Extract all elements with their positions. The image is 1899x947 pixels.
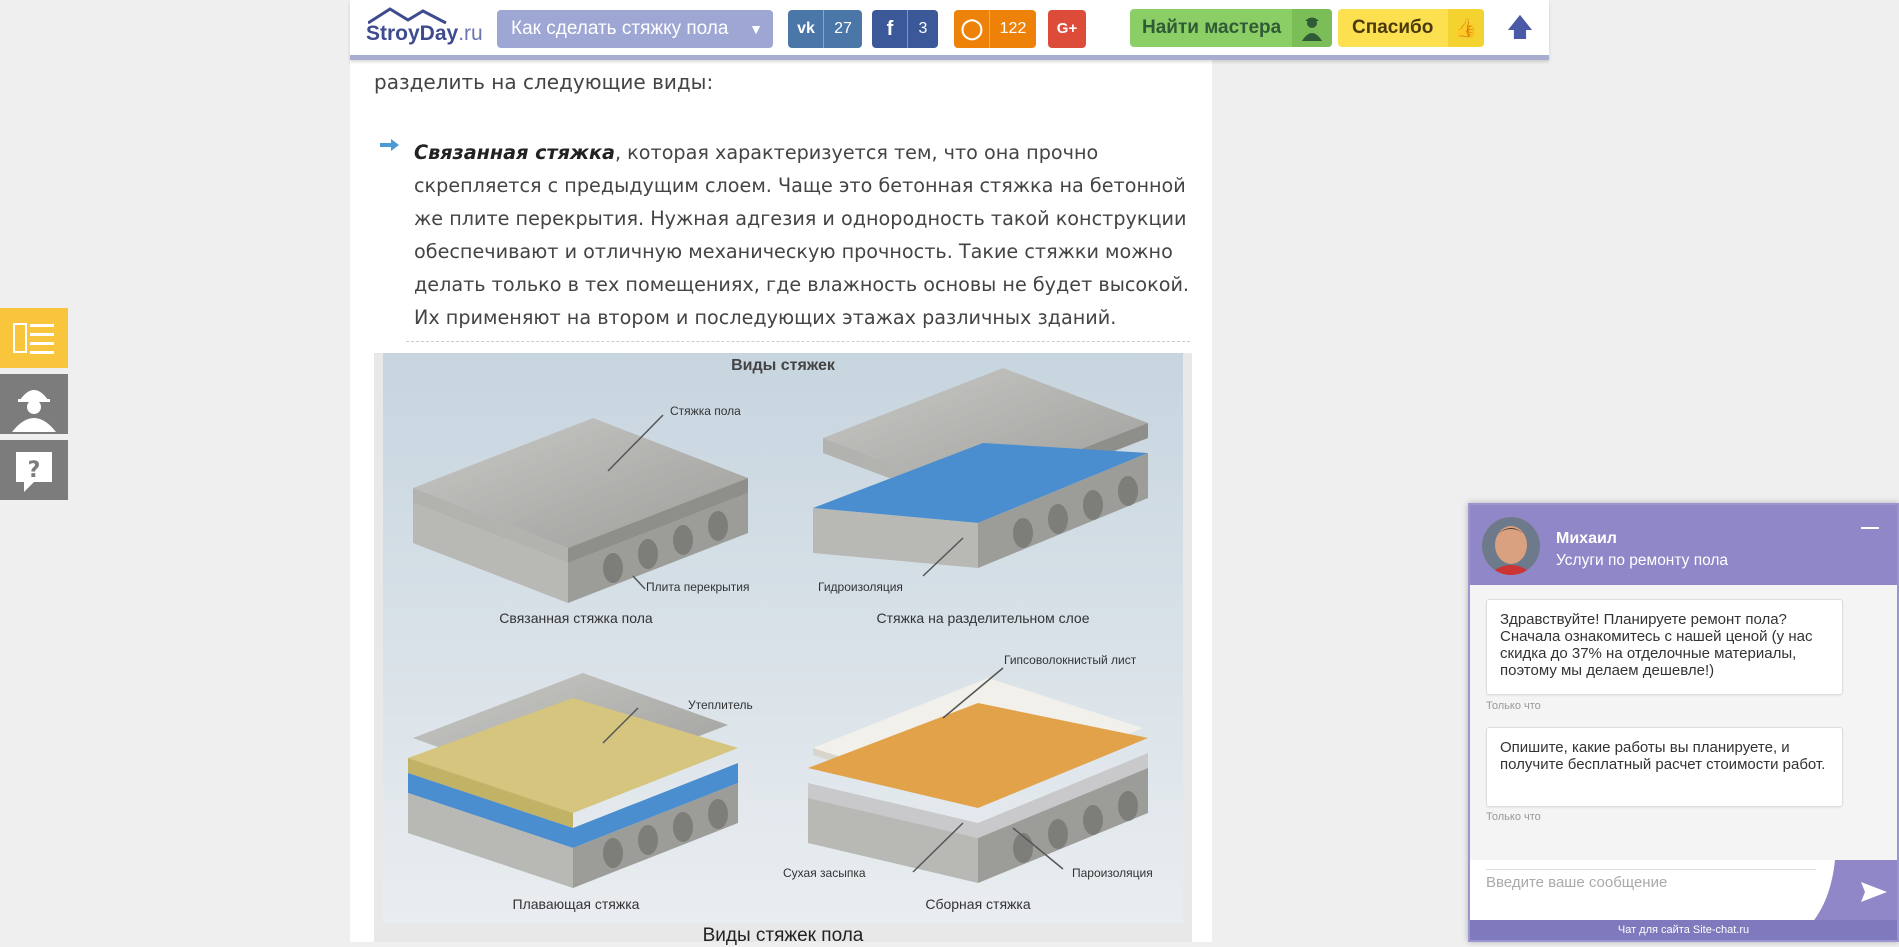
share-facebook-button[interactable]: f 3 bbox=[872, 10, 938, 48]
share-google-plus-button[interactable]: G+ bbox=[1048, 10, 1086, 48]
caption-separated: Стяжка на разделительном слое bbox=[877, 610, 1090, 626]
chat-header[interactable]: Михаил Услуги по ремонту пола bbox=[1470, 505, 1897, 585]
figure-caption: Виды стяжек пола bbox=[702, 925, 864, 946]
message-time: Только что bbox=[1486, 700, 1541, 712]
chat-message: Здравствуйте! Планируете ремонт пола? Сн… bbox=[1486, 599, 1843, 695]
chat-messages: Здравствуйте! Планируете ремонт пола? Сн… bbox=[1470, 585, 1897, 860]
agent-name: Михаил bbox=[1556, 530, 1617, 547]
logo[interactable]: StroyDay.ru bbox=[366, 6, 484, 48]
find-master-button[interactable]: Найти мастера bbox=[1130, 9, 1332, 47]
bullet-arrow-icon bbox=[380, 139, 399, 151]
label-screed: Стяжка пола bbox=[670, 404, 741, 418]
label-gypsum: Гипсоволокнистый лист bbox=[1004, 653, 1137, 667]
agent-role: Услуги по ремонту пола bbox=[1556, 552, 1729, 569]
chat-message: Опишите, какие работы вы планируете, и п… bbox=[1486, 727, 1843, 807]
odnoklassniki-icon: ◯ bbox=[960, 18, 984, 40]
chat-widget: Михаил Услуги по ремонту пола Здравствуй… bbox=[1468, 503, 1899, 942]
google-plus-icon: G+ bbox=[1056, 20, 1078, 37]
vk-icon: vk bbox=[797, 20, 815, 37]
article-select-value: Как сделать стяжку пола bbox=[511, 18, 729, 39]
share-vk-button[interactable]: vk 27 bbox=[788, 10, 862, 48]
builder-icon bbox=[12, 390, 56, 432]
top-bar: StroyDay.ru Как сделать стяжку пола ▼ vk… bbox=[350, 0, 1549, 60]
find-master-label: Найти мастера bbox=[1142, 17, 1282, 38]
question-tab[interactable]: ? bbox=[0, 440, 68, 500]
thanks-button[interactable]: Спасибо 👍 bbox=[1338, 9, 1484, 47]
input-underline bbox=[1486, 869, 1816, 870]
chat-message-input[interactable]: Введите ваше сообщение bbox=[1486, 874, 1667, 891]
caption-prefab: Сборная стяжка bbox=[925, 896, 1030, 912]
chat-input-area[interactable]: Введите ваше сообщение bbox=[1470, 860, 1899, 924]
bullet-description: , которая характеризуется тем, что она п… bbox=[414, 141, 1190, 329]
article-column: разделить на следующие виды: Связанная с… bbox=[350, 0, 1212, 946]
caption-bonded: Связанная стяжка пола bbox=[499, 610, 653, 626]
bullet-paragraph: Связанная стяжка, которая характеризуетс… bbox=[414, 136, 1204, 334]
article-select-dropdown[interactable]: Как сделать стяжку пола ▼ bbox=[497, 10, 773, 48]
builder-icon bbox=[1292, 9, 1332, 47]
scroll-top-button[interactable]: 🡅 bbox=[1502, 10, 1538, 48]
contents-list-icon bbox=[13, 323, 54, 354]
label-slab: Плита перекрытия bbox=[646, 580, 749, 594]
svg-text:?: ? bbox=[28, 458, 41, 483]
caption-floating: Плавающая стяжка bbox=[513, 896, 640, 912]
arrow-up-icon: 🡅 bbox=[1506, 13, 1534, 43]
send-button[interactable] bbox=[1811, 860, 1899, 924]
divider bbox=[406, 341, 1190, 342]
figure-title: Виды стяжек bbox=[731, 357, 836, 374]
thumbs-up-icon: 👍 bbox=[1448, 9, 1484, 47]
screed-types-illustration: Виды стяжек Стяжка пола Плита перекрытия… bbox=[383, 353, 1183, 923]
facebook-icon: f bbox=[886, 18, 894, 40]
share-odnoklassniki-count: 122 bbox=[989, 10, 1036, 48]
label-dry-fill: Сухая засыпка bbox=[783, 866, 866, 880]
share-vk-count: 27 bbox=[823, 10, 862, 48]
logo-text: StroyDay.ru bbox=[366, 22, 483, 45]
label-waterproof: Гидроизоляция bbox=[818, 580, 903, 594]
question-icon: ? bbox=[16, 452, 52, 492]
article-figure: Виды стяжек Стяжка пола Плита перекрытия… bbox=[374, 353, 1192, 946]
article-lead-text: разделить на следующие виды: bbox=[374, 70, 714, 94]
minimize-icon[interactable] bbox=[1861, 527, 1879, 529]
bullet-term: Связанная стяжка bbox=[414, 141, 615, 164]
contents-tab[interactable] bbox=[0, 308, 68, 368]
chat-footer[interactable]: Чат для сайта Site-chat.ru bbox=[1470, 920, 1897, 940]
thanks-label: Спасибо bbox=[1352, 17, 1434, 38]
share-odnoklassniki-button[interactable]: ◯ 122 bbox=[954, 10, 1036, 48]
builder-tab[interactable] bbox=[0, 374, 68, 434]
label-vapor: Пароизоляция bbox=[1072, 866, 1153, 880]
share-facebook-count: 3 bbox=[907, 10, 938, 48]
label-insulation: Утеплитель bbox=[688, 698, 753, 712]
avatar bbox=[1482, 517, 1540, 575]
chevron-down-icon: ▼ bbox=[749, 21, 763, 37]
message-time: Только что bbox=[1486, 811, 1541, 823]
